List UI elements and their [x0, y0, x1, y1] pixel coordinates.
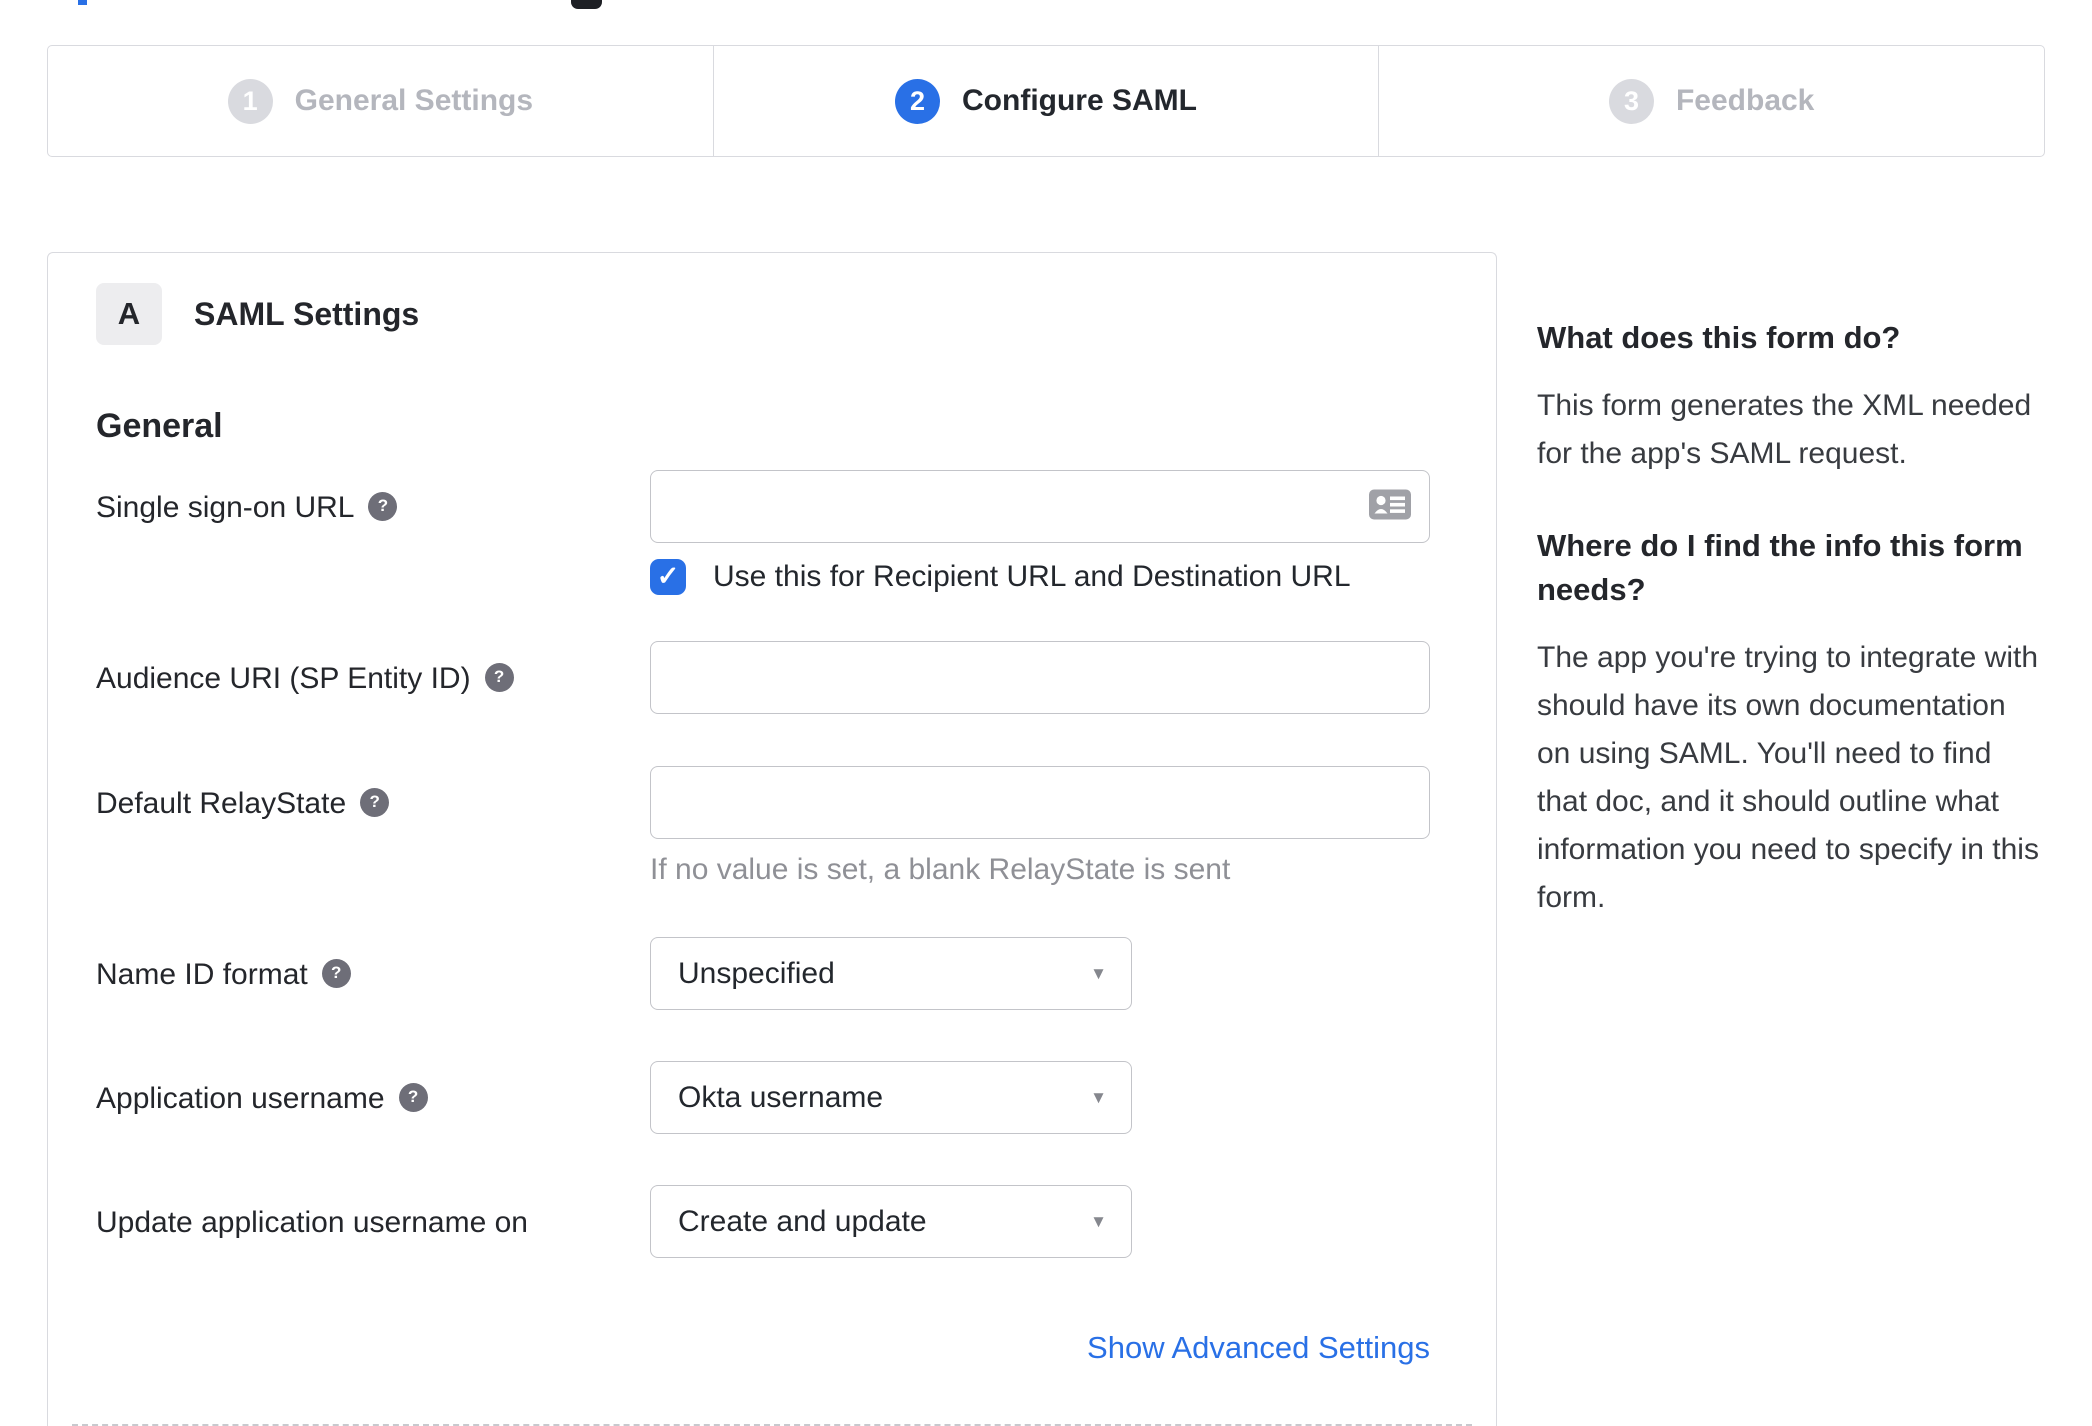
show-advanced-settings-link[interactable]: Show Advanced Settings — [1087, 1330, 1430, 1365]
step-label: General Settings — [294, 84, 534, 117]
step-configure-saml[interactable]: 2 Configure SAML — [712, 46, 1379, 156]
field-row-name-id-format: Name ID format? Unspecified ▼ — [96, 937, 1448, 1010]
chevron-down-icon: ▼ — [1090, 963, 1107, 983]
default-relaystate-input[interactable] — [650, 766, 1430, 839]
clipped-header-toggle — [571, 0, 602, 9]
chevron-down-icon: ▼ — [1090, 1087, 1107, 1107]
field-row-update-application-username-on: Update application username on Create an… — [96, 1185, 1448, 1258]
field-row-application-username: Application username? Okta username ▼ — [96, 1061, 1448, 1134]
select-value: Unspecified — [678, 956, 835, 990]
chevron-down-icon: ▼ — [1090, 1211, 1107, 1231]
update-application-username-select[interactable]: Create and update ▼ — [650, 1185, 1132, 1258]
section-header: A SAML Settings — [96, 283, 1448, 345]
section-a-badge: A — [96, 283, 162, 345]
step-number-badge: 1 — [227, 78, 273, 124]
step-number-badge: 3 — [1608, 78, 1654, 124]
help-body: The app you're trying to integrate with … — [1537, 641, 2039, 914]
select-value: Okta username — [678, 1080, 884, 1114]
help-heading: What does this form do? — [1537, 320, 1901, 355]
checkmark-icon: ✓ — [656, 560, 680, 591]
field-row-audience-uri: Audience URI (SP Entity ID)? — [96, 641, 1448, 714]
help-icon[interactable]: ? — [368, 491, 398, 521]
checkbox-label[interactable]: Use this for Recipient URL and Destinati… — [713, 560, 1351, 594]
step-feedback[interactable]: 3 Feedback — [1378, 46, 2044, 156]
page: 1 General Settings 2 Configure SAML 3 Fe… — [0, 0, 2092, 1426]
audience-uri-input[interactable] — [650, 641, 1430, 714]
wizard-stepper: 1 General Settings 2 Configure SAML 3 Fe… — [47, 45, 2045, 157]
field-row-default-relaystate: Default RelayState? If no value is set, … — [96, 766, 1448, 887]
recipient-url-checkbox-row: ✓ Use this for Recipient URL and Destina… — [650, 559, 1448, 595]
clipped-header-accent — [78, 0, 87, 5]
saml-settings-panel: A SAML Settings General Single sign-on U… — [47, 252, 1497, 1426]
field-label: Single sign-on URL? — [96, 470, 650, 526]
recipient-url-checkbox[interactable]: ✓ — [650, 559, 686, 595]
field-label: Audience URI (SP Entity ID)? — [96, 641, 650, 697]
help-sidebar: What does this form do? This form genera… — [1537, 316, 2042, 922]
field-label: Default RelayState? — [96, 766, 650, 822]
help-heading: Where do I find the info this form needs… — [1537, 528, 2023, 607]
help-icon[interactable]: ? — [321, 958, 351, 988]
field-label: Application username? — [96, 1061, 650, 1117]
field-row-single-sign-on-url: Single sign-on URL? ✓ Use this for Recip… — [96, 470, 1448, 595]
field-label: Name ID format? — [96, 937, 650, 993]
section-title: SAML Settings — [194, 295, 420, 332]
help-icon[interactable]: ? — [484, 662, 514, 692]
select-value: Create and update — [678, 1204, 927, 1238]
step-number-badge: 2 — [895, 78, 941, 124]
name-id-format-select[interactable]: Unspecified ▼ — [650, 937, 1132, 1010]
contact-card-icon[interactable] — [1368, 486, 1412, 527]
help-section-where: Where do I find the info this form needs… — [1537, 524, 2042, 922]
relaystate-hint: If no value is set, a blank RelayState i… — [650, 853, 1231, 886]
single-sign-on-url-input[interactable] — [650, 470, 1430, 543]
step-label: Feedback — [1675, 84, 1815, 117]
application-username-select[interactable]: Okta username ▼ — [650, 1061, 1132, 1134]
help-icon[interactable]: ? — [360, 787, 390, 817]
step-label: Configure SAML — [962, 84, 1197, 117]
step-general-settings[interactable]: 1 General Settings — [48, 46, 713, 156]
help-icon[interactable]: ? — [398, 1082, 428, 1112]
advanced-settings-row: Show Advanced Settings — [96, 1330, 1448, 1366]
field-label: Update application username on — [96, 1206, 528, 1239]
general-group-heading: General — [96, 407, 223, 445]
help-section-what: What does this form do? This form genera… — [1537, 316, 2042, 478]
help-body: This form generates the XML needed for t… — [1537, 389, 2032, 470]
